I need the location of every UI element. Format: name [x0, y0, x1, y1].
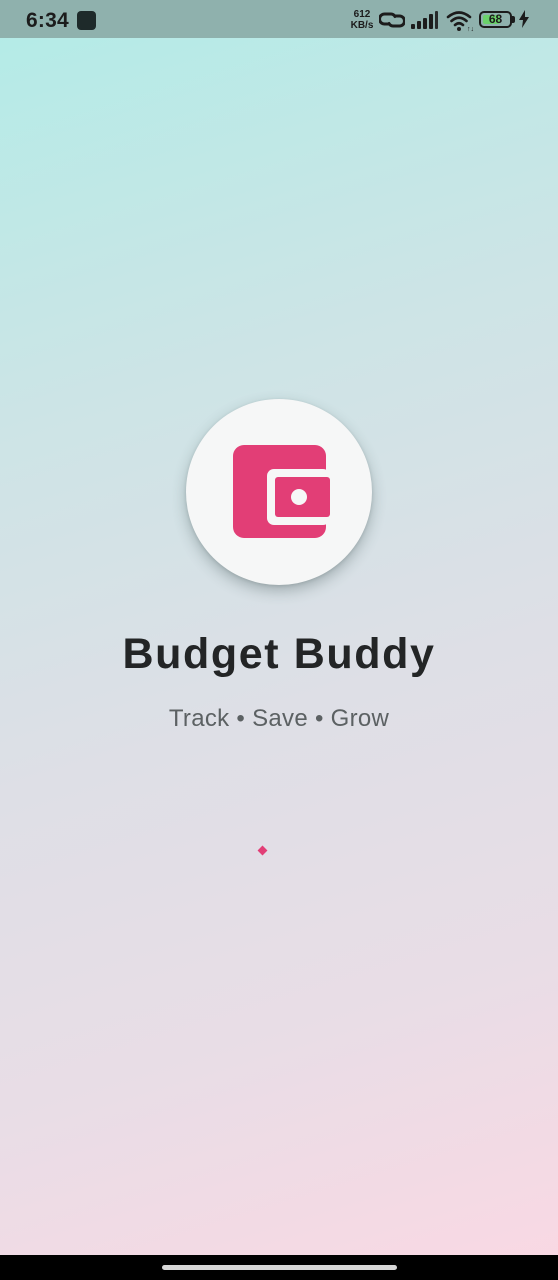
network-speed-value: 612 — [353, 9, 371, 20]
status-bar: 6:34 612 KB/s ↑↓ 68 — [0, 0, 558, 38]
battery-level: 68 — [488, 12, 503, 26]
app-title: Budget Buddy — [122, 630, 436, 678]
loading-indicator — [257, 845, 268, 856]
link-icon — [378, 9, 406, 36]
signal-icon — [410, 11, 438, 34]
navigation-bar — [0, 1255, 558, 1280]
network-speed-unit: KB/s — [350, 20, 374, 31]
app-notification-icon — [77, 11, 96, 30]
battery-icon: 68 — [479, 11, 512, 28]
status-time: 6:34 — [26, 9, 69, 32]
wifi-icon: ↑↓ — [446, 10, 476, 37]
battery-tip — [512, 16, 515, 23]
app-logo — [186, 399, 372, 585]
app-tagline: Track • Save • Grow — [168, 705, 390, 732]
home-indicator[interactable] — [162, 1265, 397, 1270]
network-speed: 612 KB/s — [347, 9, 377, 31]
charging-icon — [518, 10, 530, 33]
wallet-icon — [232, 445, 330, 544]
svg-text:↑↓: ↑↓ — [467, 26, 474, 32]
